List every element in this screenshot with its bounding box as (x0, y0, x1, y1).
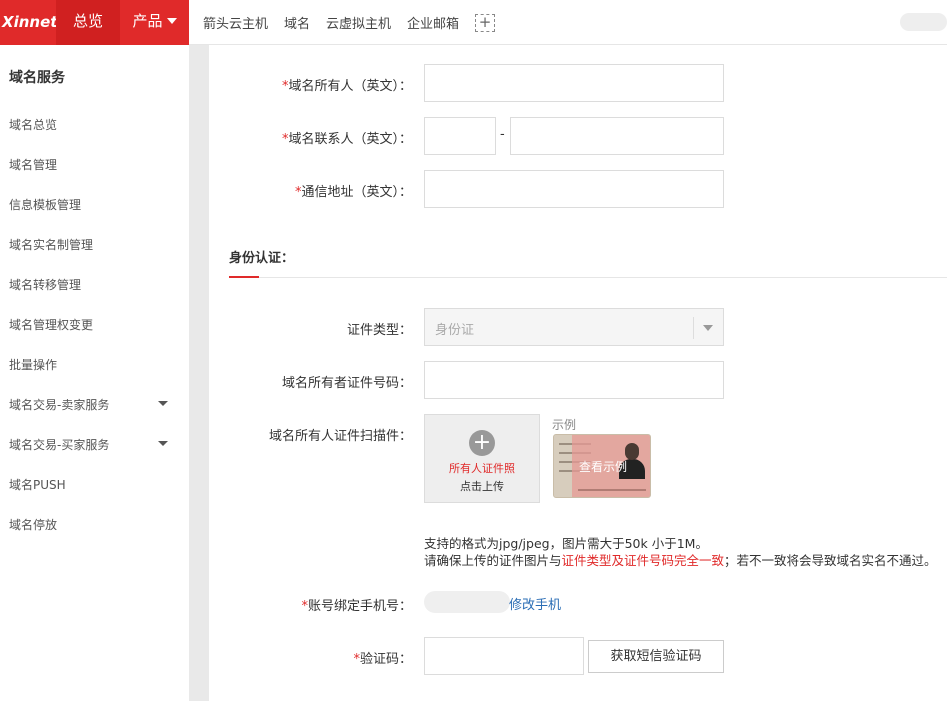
caret-down-icon (158, 401, 168, 406)
sidebar-title: 域名服务 (9, 70, 65, 86)
address-en-label: *通信地址（英文）： (192, 181, 412, 200)
user-account-blurred[interactable] (900, 13, 947, 31)
sidebar-item-push[interactable]: 域名PUSH (9, 476, 179, 493)
consistency-note-highlight: 证件类型及证件号码完全一致 (561, 553, 725, 568)
code-label-text: 验证码： (359, 652, 412, 667)
code-label: *验证码： (192, 648, 412, 667)
nav-overview[interactable]: 总览 (56, 0, 120, 45)
section-underline-accent (229, 276, 259, 278)
plus-circle-icon: + (469, 430, 495, 456)
sidebar-item-real-name[interactable]: 域名实名制管理 (9, 236, 179, 253)
sidebar-item-template-management[interactable]: 信息模板管理 (9, 196, 179, 213)
contact-en-last-input[interactable] (510, 117, 724, 155)
phone-number-blurred (424, 591, 510, 613)
change-phone-link[interactable]: 修改手机 (509, 594, 561, 613)
quick-link-cloud-host[interactable]: 箭头云主机 (203, 13, 268, 32)
contact-en-label: *域名联系人（英文）： (192, 128, 412, 147)
owner-en-label: *域名所有人（英文）： (192, 75, 412, 94)
phone-label-text: 账号绑定手机号： (307, 599, 412, 614)
owner-en-label-text: 域名所有人（英文）： (288, 79, 412, 94)
id-type-select[interactable]: 身份证 (424, 308, 724, 346)
quick-link-email[interactable]: 企业邮箱 (407, 13, 459, 32)
sidebar-item-seller-label: 域名交易-卖家服务 (9, 398, 110, 412)
sidebar-item-ownership-change[interactable]: 域名管理权变更 (9, 316, 179, 333)
example-label: 示例 (552, 418, 577, 432)
view-example-label: 查看示例 (578, 460, 627, 474)
select-divider (693, 317, 694, 339)
quick-link-domain[interactable]: 域名 (284, 13, 310, 32)
nav-overview-label: 总览 (72, 12, 103, 30)
sidebar-item-buyer[interactable]: 域名交易-买家服务 (9, 436, 179, 453)
contact-en-first-input[interactable] (424, 117, 496, 155)
quick-link-virtual-host[interactable]: 云虚拟主机 (326, 13, 391, 32)
id-type-label: 证件类型： (346, 323, 412, 338)
id-type-value: 身份证 (435, 323, 475, 338)
consistency-note-suffix: ；若不一致将会导致域名实名不通过。 (724, 553, 937, 568)
quick-links: 箭头云主机 域名 云虚拟主机 企业邮箱 + (203, 0, 496, 45)
top-bar: Xinnet 总览 产品 箭头云主机 域名 云虚拟主机 企业邮箱 + (0, 0, 947, 45)
upload-id-button[interactable]: + 所有人证件照 点击上传 (424, 414, 540, 503)
id-number-input[interactable] (424, 361, 724, 399)
id-number-label: 域名所有者证件号码： (281, 376, 412, 391)
upload-action: 点击上传 (460, 480, 504, 493)
contact-en-label-text: 域名联系人（英文）： (288, 132, 412, 147)
sidebar-item-parking[interactable]: 域名停放 (9, 516, 179, 533)
sidebar-item-domain-management[interactable]: 域名管理 (9, 156, 179, 173)
logo[interactable]: Xinnet (0, 0, 57, 45)
consistency-note: 请确保上传的证件图片与证件类型及证件号码完全一致；若不一致将会导致域名实名不通过… (424, 550, 937, 569)
verification-code-input[interactable] (424, 637, 584, 675)
nav-products-label: 产品 (132, 12, 163, 30)
sidebar-item-batch[interactable]: 批量操作 (9, 356, 179, 373)
consistency-note-prefix: 请确保上传的证件图片与 (424, 553, 562, 568)
caret-down-icon (158, 441, 168, 446)
section-divider (229, 277, 947, 278)
get-sms-code-button[interactable]: 获取短信验证码 (588, 640, 724, 673)
contact-separator: - (500, 127, 505, 142)
phone-label: *账号绑定手机号： (192, 595, 412, 614)
sidebar-item-buyer-label: 域名交易-买家服务 (9, 438, 110, 452)
address-en-label-text: 通信地址（英文）： (301, 185, 412, 200)
chevron-down-icon (703, 325, 713, 331)
upload-title: 所有人证件照 (449, 462, 515, 475)
identity-section-title: 身份认证： (229, 251, 295, 266)
sidebar-item-domain-overview[interactable]: 域名总览 (9, 116, 179, 133)
caret-down-icon (166, 18, 177, 24)
sidebar: 域名服务 域名总览 域名管理 信息模板管理 域名实名制管理 域名转移管理 域名管… (0, 45, 189, 701)
sidebar-item-seller[interactable]: 域名交易-卖家服务 (9, 396, 179, 413)
owner-en-input[interactable] (424, 64, 724, 102)
scan-label: 域名所有人证件扫描件： (268, 429, 412, 444)
add-shortcut-icon[interactable]: + (475, 13, 496, 32)
sidebar-item-transfer[interactable]: 域名转移管理 (9, 276, 179, 293)
id-card-example-thumbnail[interactable]: 查看示例 (553, 434, 651, 498)
id-card-number-line (578, 489, 646, 491)
address-en-input[interactable] (424, 170, 724, 208)
nav-products[interactable]: 产品 (120, 0, 189, 45)
